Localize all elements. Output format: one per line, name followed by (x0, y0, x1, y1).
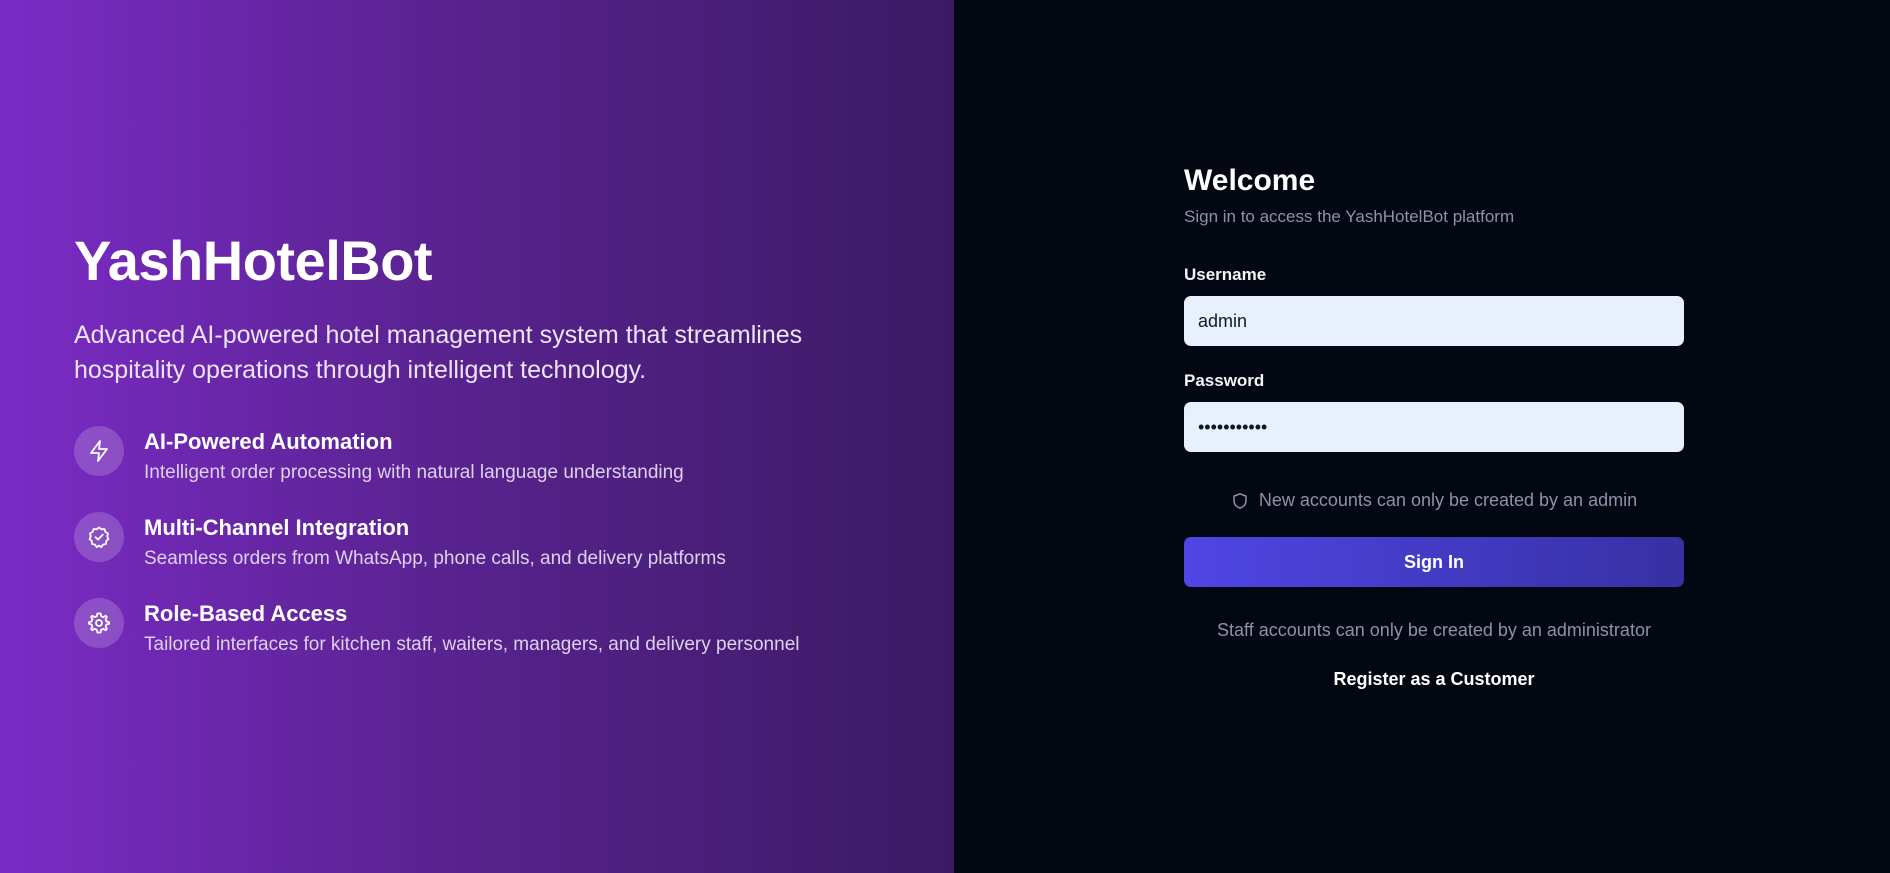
password-input[interactable] (1184, 402, 1684, 452)
welcome-title: Welcome (1184, 164, 1316, 197)
staff-note: Staff accounts can only be created by an… (1217, 620, 1651, 640)
feature-title: Multi-Channel Integration (144, 515, 410, 540)
feature-item-automation: AI-Powered Automation Intelligent order … (74, 426, 934, 487)
lightning-icon (74, 426, 124, 476)
login-page: YashHotelBot Advanced AI-powered hotel m… (0, 0, 1890, 873)
feature-title: Role-Based Access (144, 601, 348, 626)
feature-item-multichannel: Multi-Channel Integration Seamless order… (74, 512, 934, 573)
feature-description: Intelligent order processing with natura… (144, 462, 684, 483)
feature-description: Seamless orders from WhatsApp, phone cal… (144, 548, 726, 569)
feature-description: Tailored interfaces for kitchen staff, w… (144, 634, 800, 655)
feature-item-roles: Role-Based Access Tailored interfaces fo… (74, 598, 934, 659)
welcome-subtitle: Sign in to access the YashHotelBot platf… (1184, 207, 1515, 226)
feature-text: Role-Based Access Tailored interfaces fo… (144, 598, 799, 659)
feature-list: AI-Powered Automation Intelligent order … (74, 426, 934, 659)
shield-icon (1233, 492, 1247, 509)
username-input[interactable] (1184, 296, 1684, 346)
hero-tagline: Advanced AI-powered hotel management sys… (74, 321, 803, 384)
admin-notice: New accounts can only be created by an a… (1184, 490, 1684, 511)
brand-title: YashHotelBot (74, 229, 433, 292)
hero-content: YashHotelBot Advanced AI-powered hotel m… (74, 228, 934, 684)
sign-in-button[interactable]: Sign In (1184, 537, 1684, 587)
gear-icon (74, 598, 124, 648)
feature-text: AI-Powered Automation Intelligent order … (144, 426, 684, 487)
password-label: Password (1184, 371, 1265, 390)
feature-title: AI-Powered Automation (144, 429, 393, 454)
register-customer-link[interactable]: Register as a Customer (1184, 669, 1684, 690)
username-label: Username (1184, 265, 1267, 284)
login-panel: Welcome Sign in to access the YashHotelB… (954, 0, 1890, 873)
check-circle-icon (74, 512, 124, 562)
admin-notice-text: New accounts can only be created by an a… (1258, 490, 1638, 510)
login-form: Welcome Sign in to access the YashHotelB… (1184, 162, 1684, 690)
hero-panel: YashHotelBot Advanced AI-powered hotel m… (0, 0, 954, 873)
feature-text: Multi-Channel Integration Seamless order… (144, 512, 726, 573)
